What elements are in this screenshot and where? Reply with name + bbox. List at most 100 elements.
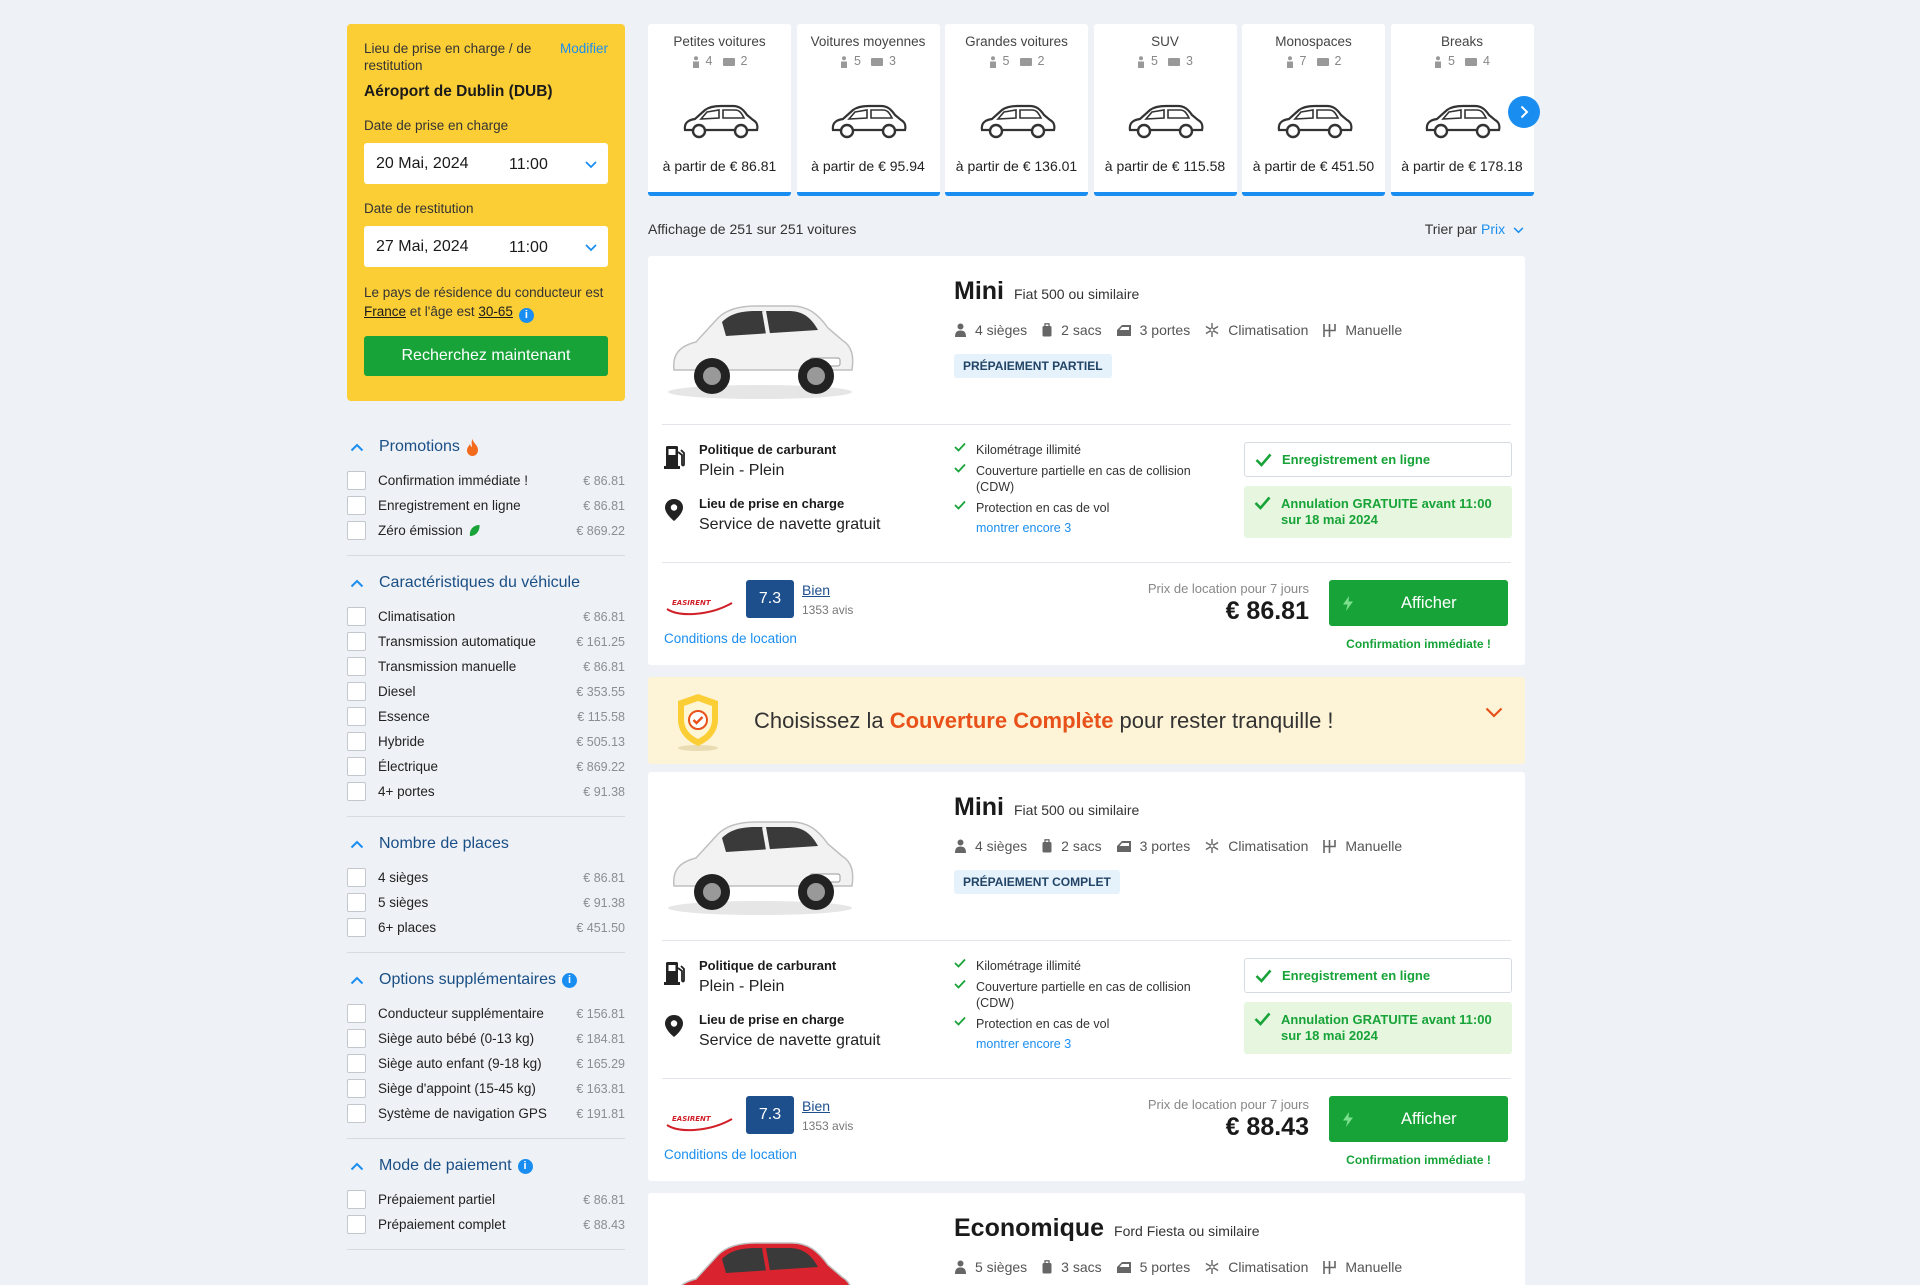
snowflake-icon (1205, 839, 1219, 853)
filter-option-price: € 86.81 (583, 870, 625, 885)
full-coverage-banner[interactable]: Choisissez la Couverture Complète pour r… (648, 677, 1525, 764)
filter-checkbox[interactable] (347, 521, 366, 540)
category-capacity: 7 2 (1242, 54, 1385, 68)
show-more-link[interactable]: montrer encore 3 (976, 1037, 1214, 1051)
filter-option[interactable]: Siège auto bébé (0-13 kg) € 184.81 (347, 1026, 625, 1051)
category-tile[interactable]: Petites voitures 4 2 à partir de € 86.81 (648, 24, 791, 196)
filter-option[interactable]: Hybride € 505.13 (347, 729, 625, 754)
filter-checkbox[interactable] (347, 1029, 366, 1048)
filter-option-text: Confirmation immédiate ! (378, 473, 529, 488)
filter-option-label: Confirmation immédiate ! (378, 473, 583, 488)
filter-option[interactable]: Siège auto enfant (9-18 kg) € 165.29 (347, 1051, 625, 1076)
filter-checkbox[interactable] (347, 496, 366, 515)
filter-option[interactable]: Climatisation € 86.81 (347, 604, 625, 629)
gearbox-text: Manuelle (1345, 322, 1403, 338)
filter-checkbox[interactable] (347, 868, 366, 887)
pickup-time-select[interactable]: 11:00 (499, 156, 608, 174)
info-icon[interactable]: i (517, 1158, 533, 1174)
fuel-policy-value: Plein - Plein (699, 978, 785, 995)
filter-section-header[interactable]: Nombre de places (347, 833, 625, 855)
rating-label[interactable]: Bien (802, 582, 830, 598)
filter-option[interactable]: Enregistrement en ligne € 86.81 (347, 493, 625, 518)
pickup-location-label: Lieu de prise en charge (699, 496, 845, 511)
sort-control[interactable]: Trier par Prix (1425, 221, 1524, 237)
filter-option[interactable]: Prépaiement complet € 88.43 (347, 1212, 625, 1237)
filter-option[interactable]: Prépaiement partiel € 86.81 (347, 1187, 625, 1212)
return-date-field[interactable]: 27 Mai, 2024 11:00 (364, 226, 608, 267)
filter-option[interactable]: Transmission manuelle € 86.81 (347, 654, 625, 679)
category-from-price: à partir de € 136.01 (955, 158, 1078, 174)
category-tile[interactable]: Grandes voitures 5 2 à partir de € 136.0… (945, 24, 1088, 196)
filter-checkbox[interactable] (347, 657, 366, 676)
filter-section-header[interactable]: Promotions (347, 436, 625, 458)
search-button[interactable]: Recherchez maintenant (364, 336, 608, 376)
filter-checkbox[interactable] (347, 707, 366, 726)
filter-section-header[interactable]: Options supplémentaires i (347, 969, 625, 991)
view-offer-button[interactable]: Afficher (1329, 580, 1508, 626)
info-icon[interactable]: i (518, 308, 534, 323)
filter-option[interactable]: Conducteur supplémentaire € 156.81 (347, 1001, 625, 1026)
filter-checkbox[interactable] (347, 632, 366, 651)
pickup-date-field[interactable]: 20 Mai, 2024 11:00 (364, 143, 608, 184)
spec-doors: 5 portes (1116, 1259, 1190, 1275)
info-icon[interactable]: i (561, 972, 577, 988)
driver-age-link[interactable]: 30-65 (478, 304, 513, 319)
filter-checkbox[interactable] (347, 1079, 366, 1098)
filter-checkbox[interactable] (347, 757, 366, 776)
seats-icon (1137, 56, 1145, 68)
filter-option[interactable]: Siège d'appoint (15-45 kg) € 163.81 (347, 1076, 625, 1101)
filter-option[interactable]: Système de navigation GPS € 191.81 (347, 1101, 625, 1126)
filter-checkbox[interactable] (347, 918, 366, 937)
filter-checkbox[interactable] (347, 682, 366, 701)
view-offer-button[interactable]: Afficher (1329, 1096, 1508, 1142)
filter-option[interactable]: 6+ places € 451.50 (347, 915, 625, 940)
filter-option-price: € 86.81 (583, 1192, 625, 1207)
filter-option[interactable]: Essence € 115.58 (347, 704, 625, 729)
filter-checkbox[interactable] (347, 471, 366, 490)
free-cancellation-text: Annulation GRATUITE avant 11:00 sur 18 m… (1281, 496, 1492, 527)
filter-checkbox[interactable] (347, 1004, 366, 1023)
category-tile[interactable]: Monospaces 7 2 à partir de € 451.50 (1242, 24, 1385, 196)
filter-option[interactable]: Zéro émission € 869.22 (347, 518, 625, 543)
filter-option[interactable]: Diesel € 353.55 (347, 679, 625, 704)
banner-highlight: Couverture Complète (889, 707, 1114, 733)
filter-option[interactable]: Transmission automatique € 161.25 (347, 629, 625, 654)
filter-section-header[interactable]: Caractéristiques du véhicule (347, 572, 625, 594)
search-panel: Lieu de prise en charge / de restitution… (347, 24, 625, 401)
chevron-down-icon[interactable] (1485, 707, 1503, 718)
next-category-button[interactable] (1508, 96, 1540, 128)
luggage-icon (1042, 839, 1052, 853)
filter-checkbox[interactable] (347, 893, 366, 912)
category-name: Voitures moyennes (810, 34, 926, 49)
category-tile[interactable]: SUV 5 3 à partir de € 115.58 (1093, 24, 1237, 196)
filter-checkbox[interactable] (347, 732, 366, 751)
filter-option[interactable]: Confirmation immédiate ! € 86.81 (347, 468, 625, 493)
rating-label[interactable]: Bien (802, 1098, 830, 1114)
show-more-link[interactable]: montrer encore 3 (976, 521, 1214, 535)
filter-option[interactable]: 5 sièges € 91.38 (347, 890, 625, 915)
return-date-value[interactable]: 27 Mai, 2024 (364, 238, 499, 256)
rental-conditions-link[interactable]: Conditions de location (664, 1147, 797, 1162)
seats-icon (692, 56, 700, 68)
filter-checkbox[interactable] (347, 1104, 366, 1123)
inclusion-item: Protection en cas de vol (954, 500, 1214, 516)
filter-checkbox[interactable] (347, 782, 366, 801)
car-category-icon (1277, 104, 1352, 139)
modify-link[interactable]: Modifier (560, 41, 608, 56)
payment-badge: PRÉPAIEMENT COMPLET (954, 870, 1120, 894)
filter-option[interactable]: 4+ portes € 91.38 (347, 779, 625, 804)
return-time-select[interactable]: 11:00 (499, 239, 608, 257)
rental-conditions-link[interactable]: Conditions de location (664, 631, 797, 646)
sort-value[interactable]: Prix (1481, 221, 1505, 237)
filter-checkbox[interactable] (347, 1054, 366, 1073)
category-capacity: 5 4 (1391, 54, 1534, 68)
filter-checkbox[interactable] (347, 607, 366, 626)
residence-country-link[interactable]: France (364, 304, 406, 319)
filter-option[interactable]: Électrique € 869.22 (347, 754, 625, 779)
filter-option[interactable]: 4 sièges € 86.81 (347, 865, 625, 890)
filter-checkbox[interactable] (347, 1190, 366, 1209)
filter-section-header[interactable]: Mode de paiement i (347, 1155, 625, 1177)
category-tile[interactable]: Voitures moyennes 5 3 à partir de € 95.9… (796, 24, 940, 196)
pickup-date-value[interactable]: 20 Mai, 2024 (364, 155, 499, 173)
filter-checkbox[interactable] (347, 1215, 366, 1234)
